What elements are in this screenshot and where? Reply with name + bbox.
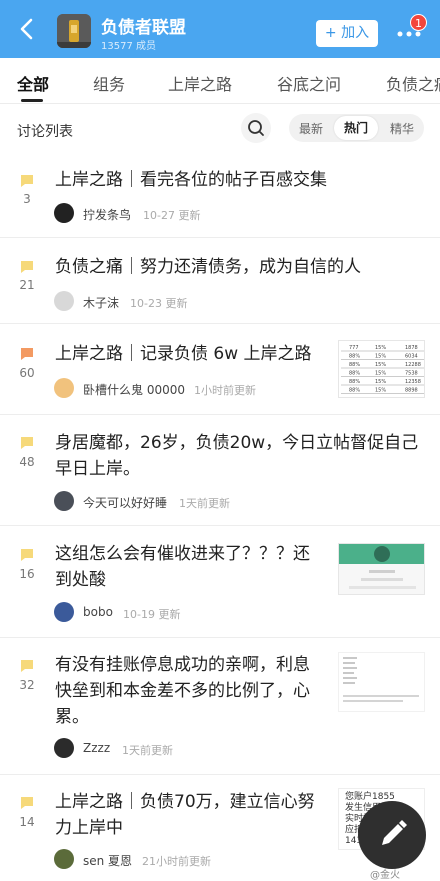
tab-all[interactable]: 全部 (17, 71, 49, 95)
thumbnail-table-cell: 88% (349, 354, 360, 360)
watermark: @金火 (370, 870, 400, 881)
thumbnail-table-cell: 12358 (405, 379, 421, 385)
reply-count: 60 (19, 366, 35, 380)
thumbnail-table-cell: 12288 (405, 362, 421, 368)
post-thumbnail[interactable] (338, 543, 425, 595)
post-title[interactable]: 上岸之路｜看完各位的帖子百感交集 (55, 168, 430, 193)
thumbnail-table-cell: 15% (375, 362, 386, 368)
author-name[interactable]: 拧发条鸟 (83, 206, 131, 223)
author-avatar[interactable] (54, 203, 74, 223)
thumbnail-table-cell: 88% (349, 371, 360, 377)
discussion-list-title: 讨论列表 (17, 124, 73, 140)
reply-count: 21 (19, 278, 35, 292)
reply-flag-icon (20, 658, 34, 672)
author-name[interactable]: 卧槽什么鬼 00000 (83, 381, 185, 398)
update-time: 10-23 更新 (130, 297, 188, 310)
top-bar: 负债者联盟 13577 成员 + 加入 1 (0, 0, 440, 58)
update-time: 1天前更新 (122, 744, 173, 757)
thumbnail-table-cell: 88% (349, 379, 360, 385)
post-item[interactable]: 3 上岸之路｜看完各位的帖子百感交集 拧发条鸟 10-27 更新 (0, 155, 440, 238)
group-name: 负债者联盟 (101, 18, 186, 38)
thumbnail-table-cell: 15% (375, 388, 386, 394)
post-title[interactable]: 有没有挂账停息成功的亲啊，利息快垒到和本金差不多的比例了，心累。 (55, 652, 323, 730)
thumbnail-table-cell: 1878 (405, 345, 418, 351)
reply-count: 32 (19, 678, 35, 692)
thumbnail-table-cell: 7538 (405, 371, 418, 377)
post-title[interactable]: 负债之痛｜努力还清债务，成为自信的人 (55, 255, 430, 280)
update-time: 1小时前更新 (194, 384, 256, 397)
tab-debt-pain[interactable]: 负债之痛 (386, 71, 440, 95)
search-icon[interactable] (241, 113, 271, 143)
thumbnail-table-cell: 777 (349, 345, 359, 351)
post-item[interactable]: 21 负债之痛｜努力还清债务，成为自信的人 木子沫 10-23 更新 (0, 238, 440, 324)
author-avatar[interactable] (54, 491, 74, 511)
sort-toggle: 最新 热门 精华 (289, 114, 424, 142)
update-time: 1天前更新 (179, 497, 230, 510)
post-title[interactable]: 上岸之路｜负债70万，建立信心努力上岸中 (55, 789, 323, 841)
author-avatar[interactable] (54, 378, 74, 398)
tab-road-to-shore[interactable]: 上岸之路 (168, 71, 232, 95)
join-button[interactable]: + 加入 (316, 20, 378, 47)
post-item[interactable]: 48 身居魔都，26岁，负债20w，今日立帖督促自己早日上岸。 今天可以好好睡 … (0, 415, 440, 526)
thumbnail-table-cell: 8898 (405, 388, 418, 394)
sort-featured[interactable]: 精华 (390, 120, 414, 137)
post-thumbnail[interactable]: 777 15% 1878 88% 15% 6034 88% 15% 12288 88% 15% 753… (338, 340, 425, 398)
reply-flag-icon (20, 547, 34, 561)
reply-flag-icon (20, 435, 34, 449)
sort-latest[interactable]: 最新 (299, 120, 323, 137)
reply-flag-icon (20, 346, 34, 360)
post-title[interactable]: 身居魔都，26岁，负债20w，今日立帖督促自己早日上岸。 (55, 430, 420, 482)
post-title[interactable]: 上岸之路｜记录负债 6w 上岸之路 (55, 342, 335, 367)
active-tab-indicator (21, 99, 43, 102)
reply-count: 14 (19, 815, 35, 829)
reply-flag-icon (20, 173, 34, 187)
thumbnail-table-cell: 15% (375, 379, 386, 385)
category-tabs: 全部 组务 上岸之路 谷底之问 负债之痛 (0, 58, 440, 104)
reply-flag-icon (20, 259, 34, 273)
notification-badge: 1 (410, 14, 427, 31)
update-time: 10-27 更新 (143, 209, 201, 222)
sort-hot[interactable]: 热门 (334, 116, 379, 140)
author-avatar[interactable] (54, 849, 74, 869)
post-item[interactable]: 32 有没有挂账停息成功的亲啊，利息快垒到和本金差不多的比例了，心累。 Zzzz… (0, 638, 440, 775)
tab-group-affairs[interactable]: 组务 (93, 71, 125, 95)
thumbnail-table-cell: 15% (375, 354, 386, 360)
thumbnail-table-cell: 88% (349, 388, 360, 394)
author-avatar[interactable] (54, 602, 74, 622)
thumbnail-table-cell: 6034 (405, 354, 418, 360)
author-name[interactable]: Zzzz (83, 741, 110, 755)
author-name[interactable]: bobo (83, 605, 113, 619)
group-avatar[interactable] (57, 14, 91, 48)
thumbnail-table-cell: 15% (375, 345, 386, 351)
author-name[interactable]: 今天可以好好睡 (83, 494, 167, 511)
post-title[interactable]: 这组怎么会有催收进来了？？？还到处酸 (55, 541, 317, 593)
group-member-count: 13577 成员 (101, 41, 156, 52)
thumbnail-table-cell: 88% (349, 362, 360, 368)
author-avatar[interactable] (54, 291, 74, 311)
reply-count: 48 (19, 455, 35, 469)
update-time: 10-19 更新 (123, 608, 181, 621)
post-item[interactable]: 16 这组怎么会有催收进来了？？？还到处酸 bobo 10-19 更新 (0, 526, 440, 638)
reply-count: 3 (23, 192, 31, 206)
thumbnail-table-cell: 15% (375, 371, 386, 377)
post-item[interactable]: 60 上岸之路｜记录负债 6w 上岸之路 卧槽什么鬼 00000 1小时前更新 … (0, 324, 440, 415)
post-thumbnail[interactable] (338, 652, 425, 712)
reply-flag-icon (20, 795, 34, 809)
update-time: 21小时前更新 (142, 855, 211, 868)
tab-bottom-questions[interactable]: 谷底之问 (277, 71, 341, 95)
author-name[interactable]: sen 夏恩 (83, 852, 132, 869)
back-arrow-icon[interactable] (12, 14, 42, 44)
author-avatar[interactable] (54, 738, 74, 758)
author-name[interactable]: 木子沫 (83, 294, 119, 311)
compose-post-button[interactable] (358, 801, 426, 869)
reply-count: 16 (19, 567, 35, 581)
